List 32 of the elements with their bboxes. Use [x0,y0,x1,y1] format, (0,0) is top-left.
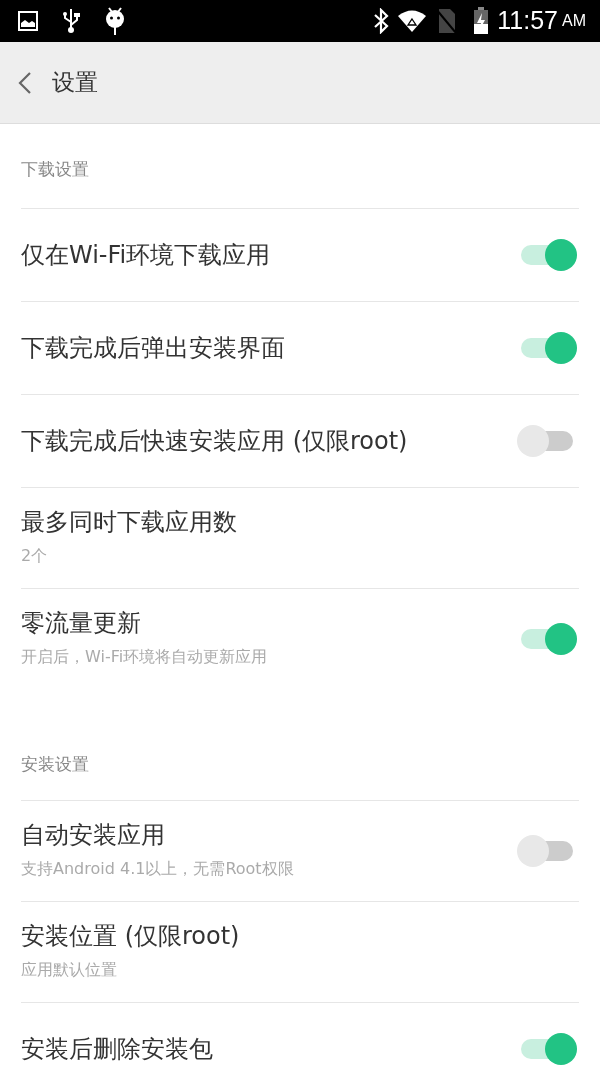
setting-title: 下载完成后快速安装应用 (仅限root) [21,426,409,456]
image-icon [18,11,38,31]
setting-subtitle: 开启后，Wi-Fi环境将自动更新应用 [21,646,269,669]
setting-title: 零流量更新 [21,608,142,638]
bluetooth-icon [373,8,390,34]
setting-subtitle: 支持Android 4.1以上，无需Root权限 [21,858,295,881]
section-header: 安装设置 [20,752,90,776]
clock-meridiem: AM [562,11,586,31]
wifi-icon [397,9,428,33]
settings-row[interactable]: 下载完成后弹出安装界面 [21,301,579,394]
setting-title: 下载完成后弹出安装界面 [21,333,286,363]
settings-row[interactable]: 零流量更新 开启后，Wi-Fi环境将自动更新应用 [21,588,579,689]
page-title: 设置 [52,68,98,98]
back-icon[interactable] [18,70,32,95]
battery-charging-icon [473,7,490,35]
android-icon [104,7,126,35]
usb-icon [62,8,80,34]
setting-title: 最多同时下载应用数 [21,507,238,537]
settings-row[interactable]: 安装位置 (仅限root) 应用默认位置 [21,901,579,1002]
setting-subtitle: 应用默认位置 [21,959,118,982]
settings-row[interactable]: 安装后删除安装包 [21,1002,579,1067]
setting-title: 自动安装应用 [21,820,166,850]
section-header: 下载设置 [20,158,90,182]
setting-title: 安装后删除安装包 [21,1034,214,1064]
settings-row[interactable]: 自动安装应用 支持Android 4.1以上，无需Root权限 [21,800,579,901]
settings-row[interactable]: 仅在Wi-Fi环境下载应用 [21,208,579,301]
setting-title: 安装位置 (仅限root) [21,921,241,951]
settings-row[interactable]: 下载完成后快速安装应用 (仅限root) [21,394,579,487]
settings-row[interactable]: 最多同时下载应用数 2个 [21,487,579,588]
setting-subtitle: 2个 [21,545,49,568]
setting-title: 仅在Wi-Fi环境下载应用 [21,240,272,270]
clock-time: 11:57 [497,5,558,37]
